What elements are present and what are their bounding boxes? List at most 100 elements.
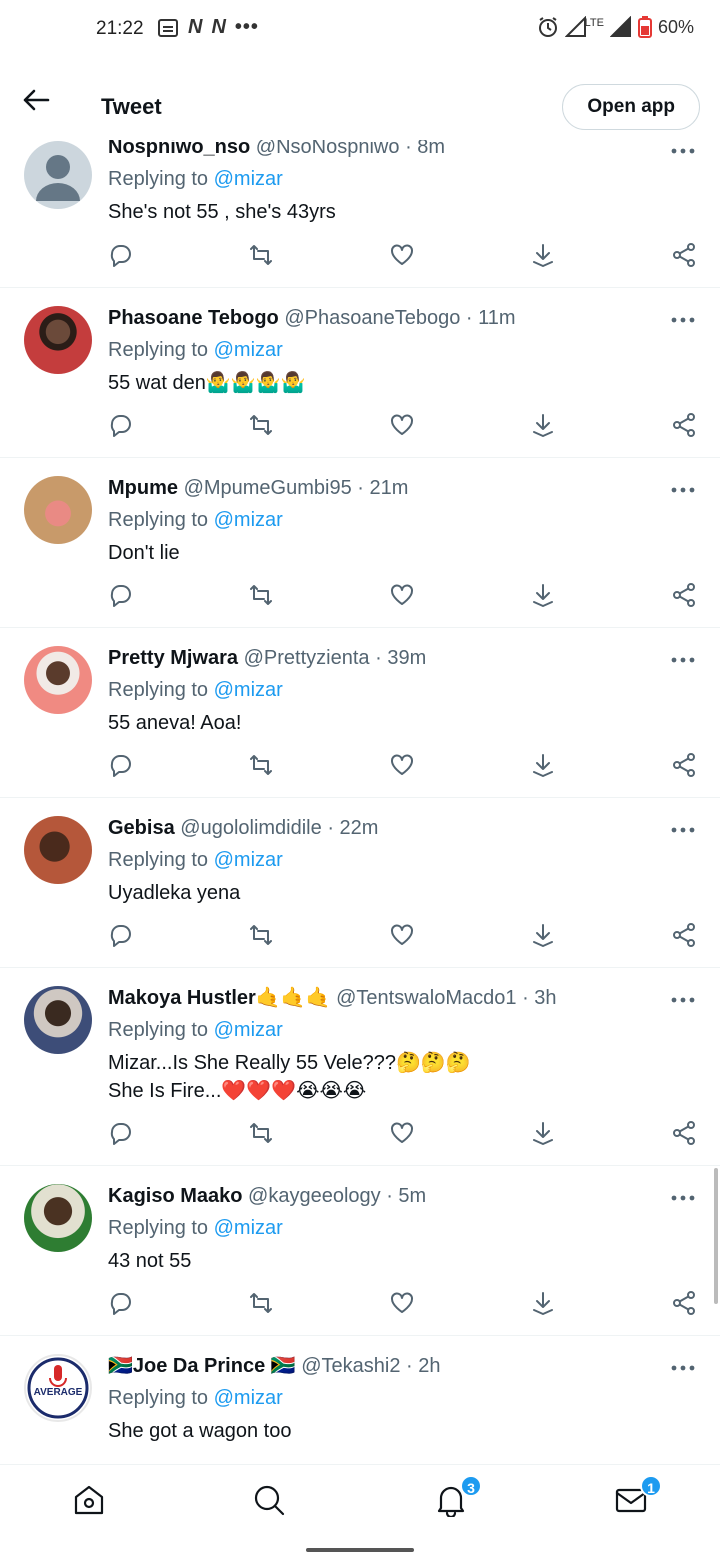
avatar[interactable] (24, 986, 92, 1054)
avatar[interactable]: AVERAGE (24, 1354, 92, 1422)
replying-to: Replying to @mizar (108, 1018, 696, 1042)
messages-envelope-icon[interactable]: 1 (614, 1475, 662, 1519)
reply-icon[interactable] (108, 412, 138, 442)
more-options-icon[interactable] (668, 310, 698, 330)
avatar[interactable] (24, 141, 92, 209)
download-icon[interactable] (530, 922, 560, 952)
avatar[interactable] (24, 646, 92, 714)
author-name[interactable]: Pretty Mjwara (108, 647, 238, 669)
reply-cell[interactable]: Makoya Hustler🤙🤙🤙 @TentswaloMacdo1 · 3h R… (0, 968, 720, 1166)
back-arrow-icon[interactable] (22, 88, 52, 112)
scrollbar[interactable] (714, 1168, 718, 1304)
timestamp[interactable]: · 3h (522, 987, 556, 1009)
mention-link[interactable]: @mizar (214, 168, 283, 190)
mention-link[interactable]: @mizar (214, 679, 283, 701)
author-name[interactable]: Makoya Hustler🤙🤙🤙 (108, 987, 331, 1009)
mention-link[interactable]: @mizar (214, 849, 283, 871)
mention-link[interactable]: @mizar (214, 1387, 283, 1409)
like-icon[interactable] (389, 1290, 419, 1320)
home-icon[interactable] (72, 1483, 108, 1519)
reply-icon[interactable] (108, 1120, 138, 1150)
more-options-icon[interactable] (668, 141, 698, 161)
author-name[interactable]: Kagiso Maako (108, 1185, 242, 1207)
share-icon[interactable] (671, 1120, 701, 1150)
like-icon[interactable] (389, 1120, 419, 1150)
author-handle[interactable]: @ugololimdidile (180, 817, 321, 839)
reply-cell[interactable]: Mpume @MpumeGumbi95 · 21m Replying to @mi… (0, 458, 720, 628)
download-icon[interactable] (530, 582, 560, 612)
timestamp[interactable]: · 22m (327, 817, 378, 839)
search-icon[interactable] (252, 1483, 288, 1519)
retweet-icon[interactable] (248, 582, 278, 612)
like-icon[interactable] (389, 922, 419, 952)
author-handle[interactable]: @PhasoaneTebogo (284, 307, 460, 329)
author-handle[interactable]: @TentswaloMacdo1 (336, 987, 516, 1009)
timestamp[interactable]: · 11m (466, 307, 516, 329)
reply-cell[interactable]: Phasoane Tebogo @PhasoaneTebogo · 11m Rep… (0, 288, 720, 458)
author-handle[interactable]: @Tekashi2 (301, 1355, 400, 1377)
reply-cell[interactable]: Gebisa @ugololimdidile · 22m Replying to … (0, 798, 720, 968)
share-icon[interactable] (671, 582, 701, 612)
more-options-icon[interactable] (668, 1188, 698, 1208)
retweet-icon[interactable] (248, 412, 278, 442)
more-options-icon[interactable] (668, 820, 698, 840)
share-icon[interactable] (671, 242, 701, 272)
mention-link[interactable]: @mizar (214, 509, 283, 531)
like-icon[interactable] (389, 412, 419, 442)
timestamp[interactable]: · 2h (406, 1355, 440, 1377)
timestamp[interactable]: · 5m (386, 1185, 426, 1207)
share-icon[interactable] (671, 412, 701, 442)
author-handle[interactable]: @MpumeGumbi95 (184, 477, 352, 499)
share-icon[interactable] (671, 752, 701, 782)
more-options-icon[interactable] (668, 650, 698, 670)
notifications-bell-icon[interactable]: 3 (434, 1475, 482, 1519)
reply-icon[interactable] (108, 1290, 138, 1320)
replying-to: Replying to @mizar (108, 678, 696, 702)
download-icon[interactable] (530, 752, 560, 782)
author-name[interactable]: Mpume (108, 477, 178, 499)
author-name[interactable]: Phasoane Tebogo (108, 307, 279, 329)
author-name[interactable]: 🇿🇦Joe Da Prince 🇿🇦 (108, 1355, 296, 1377)
download-icon[interactable] (530, 1290, 560, 1320)
reply-icon[interactable] (108, 582, 138, 612)
download-icon[interactable] (530, 412, 560, 442)
mention-link[interactable]: @mizar (214, 1217, 283, 1239)
more-options-icon[interactable] (668, 990, 698, 1010)
avatar[interactable] (24, 816, 92, 884)
download-icon[interactable] (530, 1120, 560, 1150)
retweet-icon[interactable] (248, 922, 278, 952)
timestamp[interactable]: · 39m (375, 647, 426, 669)
avatar[interactable] (24, 1184, 92, 1252)
home-indicator[interactable] (306, 1548, 414, 1552)
reply-icon[interactable] (108, 242, 138, 272)
like-icon[interactable] (389, 582, 419, 612)
mention-link[interactable]: @mizar (214, 339, 283, 361)
avatar[interactable] (24, 306, 92, 374)
reply-icon[interactable] (108, 752, 138, 782)
reply-cell[interactable]: Pretty Mjwara @Prettyzienta · 39m Replyin… (0, 628, 720, 798)
more-options-icon[interactable] (668, 480, 698, 500)
reply-cell[interactable]: Nospniwo_nso @NsoNospniwo · 8m Replying t… (0, 123, 720, 288)
retweet-icon[interactable] (248, 1120, 278, 1150)
share-icon[interactable] (671, 922, 701, 952)
author-row: Mpume @MpumeGumbi95 · 21m (108, 476, 696, 500)
author-name[interactable]: Gebisa (108, 817, 175, 839)
retweet-icon[interactable] (248, 752, 278, 782)
bottom-navigation: 3 1 (0, 1464, 720, 1536)
reply-cell[interactable]: AVERAGE 🇿🇦Joe Da Prince 🇿🇦 @Tekashi2 · 2h… (0, 1336, 720, 1464)
like-icon[interactable] (389, 752, 419, 782)
reply-icon[interactable] (108, 922, 138, 952)
reply-cell[interactable]: Kagiso Maako @kaygeeology · 5m Replying t… (0, 1166, 720, 1336)
like-icon[interactable] (389, 242, 419, 272)
share-icon[interactable] (671, 1290, 701, 1320)
retweet-icon[interactable] (248, 1290, 278, 1320)
download-icon[interactable] (530, 242, 560, 272)
mention-link[interactable]: @mizar (214, 1019, 283, 1041)
avatar[interactable] (24, 476, 92, 544)
author-handle[interactable]: @Prettyzienta (244, 647, 370, 669)
more-options-icon[interactable] (668, 1358, 698, 1378)
retweet-icon[interactable] (248, 242, 278, 272)
author-handle[interactable]: @kaygeeology (248, 1185, 381, 1207)
timestamp[interactable]: · 21m (357, 477, 408, 499)
open-app-button[interactable]: Open app (562, 84, 700, 130)
